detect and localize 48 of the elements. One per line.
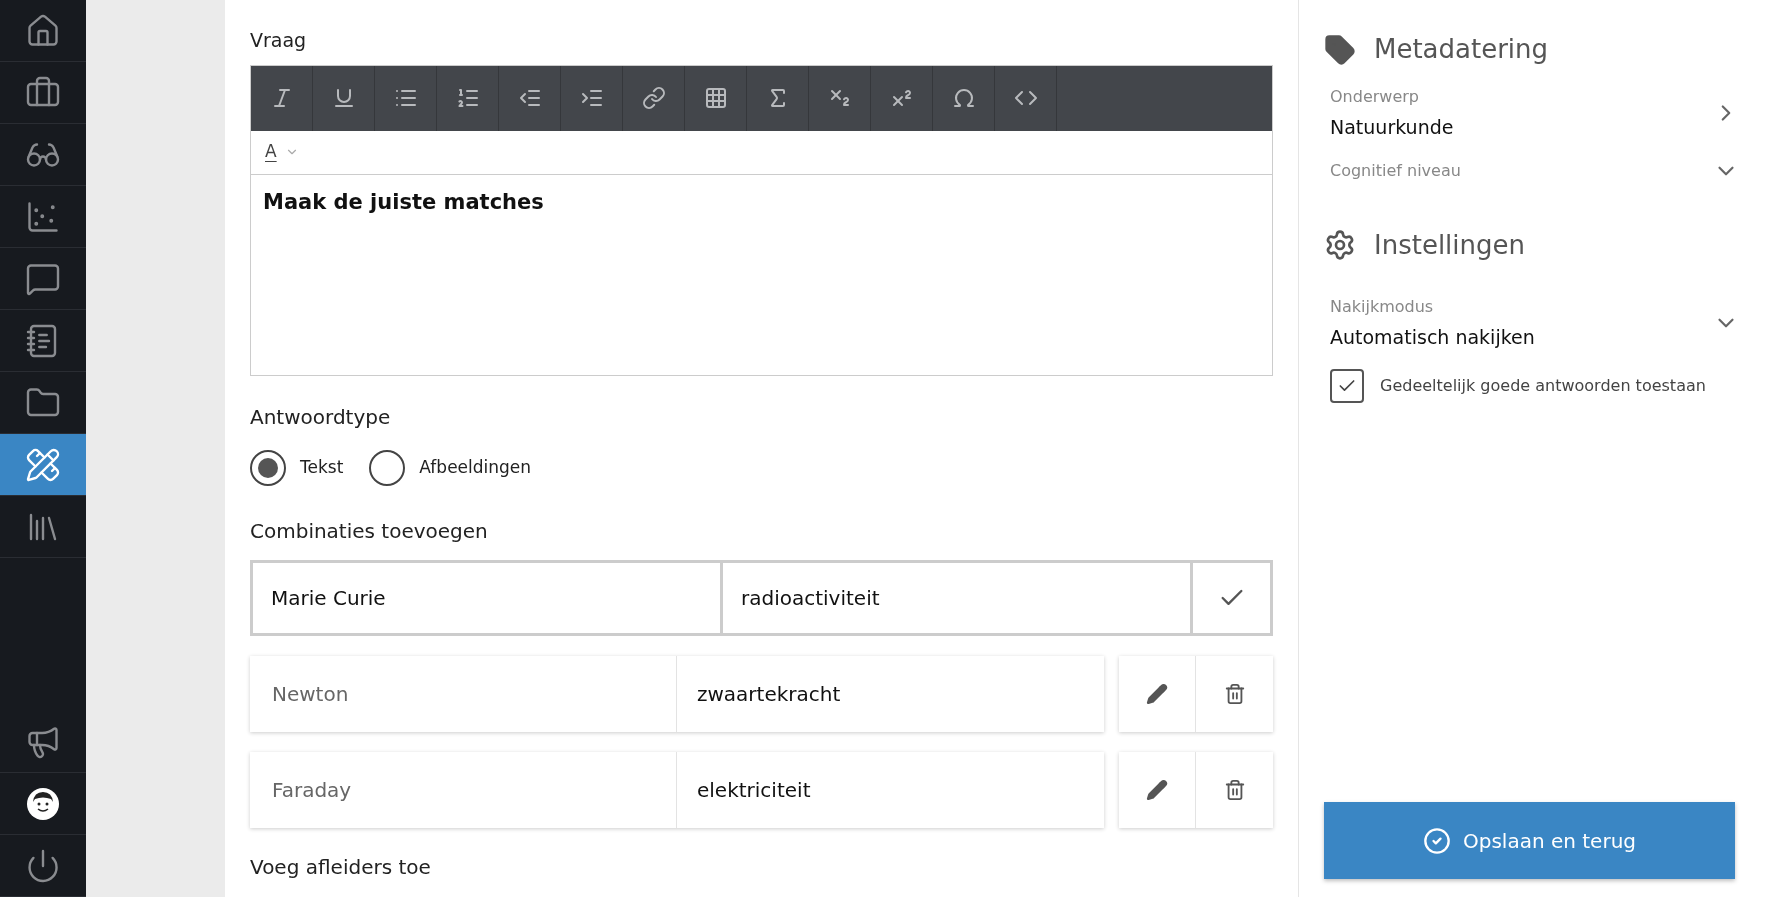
field-label: Cognitief niveau [1330,159,1461,182]
dropdown-field[interactable]: Nakijkmodus Automatisch nakijken [1324,294,1745,351]
question-label: Vraag [250,28,308,53]
pencil-icon [1146,778,1168,801]
combinations-label: Combinaties toevoegen [250,517,489,545]
edit-button[interactable] [1119,655,1196,732]
power-icon [25,847,61,884]
right-input-field[interactable]: radioactiviteit [723,559,1193,636]
section-title: Instellingen [1374,228,1525,262]
left-input-field[interactable]: Marie Curie [250,559,723,636]
left-term: Faraday [250,751,677,828]
radio-label: Tekst [300,455,344,479]
tag-icon [1324,33,1356,66]
right-term: zwaartekracht [696,680,842,708]
radio-button[interactable] [369,449,406,486]
left-term: Newton [250,655,677,732]
checkbox[interactable] [1330,369,1364,403]
radio-label: Afbeeldingen [419,455,532,479]
settings-icon [1324,229,1356,261]
radio-button[interactable] [250,449,286,486]
link-icon [641,86,666,110]
numbered-list-icon [455,86,480,110]
subject-selector[interactable]: Onderwerp Natuurkunde [1324,85,1745,142]
field-label: Onderwerp [1330,86,1420,108]
save-button[interactable]: Opslaan en terug [1324,802,1735,879]
trash-icon [1223,778,1246,801]
check-circle-icon [1422,826,1451,855]
omega-icon [951,86,976,110]
editor-content[interactable]: Maak de juiste matches [251,174,1272,375]
delete-button[interactable] [1196,655,1273,732]
pencil-icon [1146,682,1168,705]
table-icon [703,86,728,110]
section-title: Metadatering [1374,33,1549,66]
font-color-button[interactable]: A [265,139,277,165]
pencil-ruler-icon [25,446,61,483]
checkbox-label: Gedeeltelijk goede antwoorden toestaan [1380,375,1706,397]
right-term: elektriciteit [696,776,812,804]
avatar-icon [26,786,60,821]
edit-button[interactable] [1119,751,1196,828]
field-label: Nakijkmodus [1330,295,1435,318]
home-icon [25,12,61,49]
trash-icon [1223,682,1246,705]
dropdown-field[interactable]: Cognitief niveau [1324,157,1745,184]
answer-type-label: Antwoordtype [250,403,392,431]
field-value: Natuurkunde [1330,115,1454,140]
delete-button[interactable] [1196,751,1273,828]
distractors-label: Voeg afleiders toe [250,853,432,881]
field-value: Automatisch nakijken [1330,324,1535,350]
